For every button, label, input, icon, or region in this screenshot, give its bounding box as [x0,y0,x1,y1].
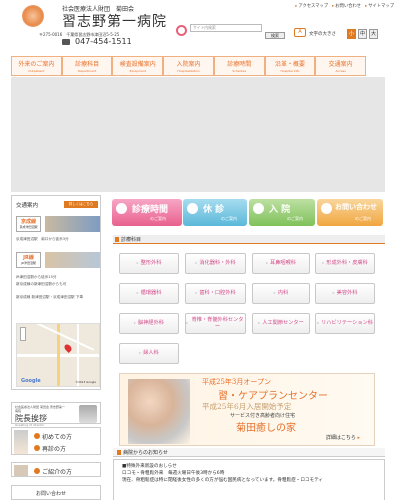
search-input[interactable]: サイト内検索 [190,24,262,32]
top-link-sitemap[interactable]: サイトマップ [365,3,394,9]
banner-line5: 菊田癒しの家 [236,423,296,434]
introduction-label: ご紹介の方 [42,469,73,476]
access-map[interactable]: Google ©2013 Google [16,323,100,387]
dept-plastic-derm-button[interactable]: 形成外科・皮膚科 [315,253,375,274]
keisei-access-text: 京成津田沼駅 南口から徒歩3分 [16,237,69,241]
first-visit-label: 初めての方 [42,434,73,441]
sidebar-contact-label: お問い合わせ [36,491,67,497]
dept-neurosurgery-button[interactable]: 脳神経外科 [119,313,179,334]
keisei-line-badge: 京成線 京成津田沼駅 [16,216,41,232]
font-size-small-button[interactable]: 小 [347,29,356,39]
search-icon [176,25,187,36]
clock-icon [116,203,127,214]
map-marker-icon[interactable] [63,343,73,353]
nav-department[interactable]: 診療科目 Department [61,56,113,76]
bus-access-text: 新京成線 新津田沼駅・京成津田沼駅 下車 [16,295,83,299]
banner-line4: サービス付き高齢者向け住宅 [230,413,296,419]
calendar-icon [187,203,198,214]
nav-hospitalization[interactable]: 入院案内 Hospitalization [163,56,214,76]
access-box: 交通案内 詳しくはこちら 京成線 京成津田沼駅 京成津田沼駅 南口から徒歩3分 J… [11,195,101,390]
hero-image-area [11,77,385,192]
dept-orthopedics-button[interactable]: 整形外科 [119,253,179,274]
banner-line1: 平成25年3月オープン [202,378,271,386]
nav-hospital-info[interactable]: 沿革・概要 Hospital Info [264,56,316,76]
dept-internal-medicine-button[interactable]: 内科 [252,283,310,304]
news-item[interactable]: ■特殊外来新設のおしらせ [122,463,376,470]
header: 社会医療法人財団 菊田会 習志野第一病院 〒275-0016 千葉県習志野市津田… [0,0,400,56]
dept-rehabilitation-button[interactable]: リハビリテーション科 [315,313,375,334]
dept-gastro-surgery-button[interactable]: 消化器科・外科 [185,253,246,274]
banner-line2: 習・ケアプランセンター [218,391,328,402]
departments-section-title: 診療科目 [121,237,142,243]
hospital-name[interactable]: 習志野第一病院 [62,11,167,31]
dept-cardiology-button[interactable]: 循環器科 [119,283,179,304]
dept-ent-button[interactable]: 耳鼻咽喉科 [252,253,310,274]
first-visit-link[interactable]: 初めての方 再診の方 [11,427,101,455]
departments-section-header: 診療科目 [113,235,385,244]
main-nav: 外来のご案内 Outpatient 診療科目 Department 検査設備案内 Eq… [11,56,367,76]
introduction-photo [14,465,28,476]
access-title: 交通案内 [16,203,39,209]
dept-spine-center-button[interactable]: 脊椎・脊髄外科センター [185,313,246,334]
jr-access-text-2: 新京成線の新津田沼駅からも可 [16,282,67,286]
news-section-header: 病院からのお知らせ [113,448,385,457]
nav-access[interactable]: 交通案内 Access [315,56,367,76]
font-size-label: 文字の大きさ [309,32,336,37]
news-section-title: 病院からのお知らせ [123,450,168,456]
dept-cosmetic-surgery-button[interactable]: 美容外科 [315,283,375,304]
director-org: 社会医療法人財団 菊田会 習志野第一病院 [15,405,65,413]
nav-schedule[interactable]: 診療時間 Schedule [213,56,265,76]
top-link-contact[interactable]: お問い合わせ [332,3,361,9]
jr-access-text-1: JR津田沼駅から徒歩15分 [16,275,57,279]
dept-dental-oral-button[interactable]: 歯科・口腔外科 [185,283,246,304]
news-item: ロコモ・骨粗鬆外来 毎週火曜日午後3時から6時 [122,471,225,476]
phone-icon [62,39,70,45]
arrow-icon [34,445,40,451]
jr-station-image [45,252,100,268]
map-zoom-control[interactable] [20,327,26,341]
director-greeting-link[interactable]: 社会医療法人財団 菊田会 習志野第一病院 院長挨拶 Greeting of di… [11,402,101,427]
left-sidebar: 交通案内 詳しくはこちら 京成線 京成津田沼駅 京成津田沼駅 南口から徒歩3分 J… [11,195,101,500]
hospital-phone: 047-454-1511 [75,37,132,46]
bed-icon [253,203,264,214]
revisit-label: 再診の方 [42,446,67,453]
map-copyright: ©2013 Google [75,380,96,384]
banner-detail-link[interactable]: 詳細はこちら [326,434,360,441]
first-visit-photo [14,430,28,454]
arrow-icon [34,433,40,439]
keisei-station-image [45,216,100,232]
top-link-access-map[interactable]: アクセスマップ [295,3,328,9]
sidebar-contact-link[interactable]: お問い合わせ [11,485,101,500]
arrow-icon [34,468,40,474]
quick-link-schedule[interactable]: 診療時間 のご案内 [112,199,182,226]
mail-icon [321,203,332,214]
nav-outpatient[interactable]: 外来のご案内 Outpatient [11,56,62,76]
introduction-link[interactable]: ご紹介の方 [11,462,101,477]
banner-photo [128,379,190,444]
top-links: アクセスマップ お問い合わせ サイトマップ [295,3,394,9]
dept-gynecology-button[interactable]: 婦人科 [119,343,179,364]
news-box: ■特殊外来新設のおしらせ ロコモ・骨粗鬆外来 毎週火曜日午後3時から6時 現在、… [113,459,385,500]
hospital-logo[interactable] [22,5,44,27]
banner-line3: 平成25年6月入居開始予定 [202,402,292,411]
nav-equipment[interactable]: 検査設備案内 Equipment [112,56,164,76]
font-size-medium-button[interactable]: 中 [358,29,367,39]
search-button[interactable]: 検索 [265,32,285,39]
google-logo: Google [21,378,41,384]
quick-link-contact[interactable]: お問い合わせ のご案内 [317,199,383,226]
news-item: 現在、骨粗鬆症は特に閉経後女性の多くの方が悩む国民病となっています。骨粗鬆症・ロ… [122,478,324,483]
access-detail-link[interactable]: 詳しくはこちら [64,201,98,208]
director-photo [79,405,97,423]
care-center-banner[interactable]: 平成25年3月オープン 習・ケアプランセンター 平成25年6月入居開始予定 サー… [119,373,375,446]
quick-link-closed-days[interactable]: 休 診 のご案内 [183,199,247,226]
dept-joint-center-button[interactable]: 人工関節センター [252,313,310,334]
font-size-large-button[interactable]: 大 [369,29,378,39]
jr-line-badge: JR線 JR津田沼駅 [16,252,41,268]
font-size-icon: A [294,28,306,37]
quick-link-hospitalization[interactable]: 入 院 のご案内 [249,199,315,226]
